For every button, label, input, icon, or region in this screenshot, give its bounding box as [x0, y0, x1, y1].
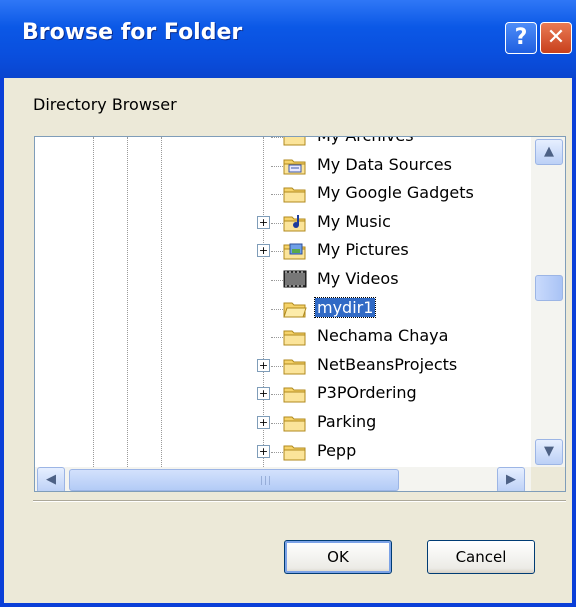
expand-icon[interactable]: + [257, 444, 270, 458]
folder-open-icon [283, 298, 307, 318]
tree-item[interactable]: Nechama Chaya [35, 323, 535, 351]
folder-icon [283, 137, 307, 146]
tree-item[interactable]: + NetBeansProjects [35, 352, 535, 380]
expand-icon[interactable]: + [257, 387, 270, 401]
tree-item[interactable]: + P3POrdering [35, 380, 535, 408]
browse-folder-dialog: Browse for Folder ? ✕ Directory Browser … [0, 0, 576, 607]
folder-tree[interactable]: My Archives My Data Sources My Google Gadg… [34, 136, 566, 492]
videos-folder-icon [283, 269, 307, 289]
folder-icon [283, 355, 307, 375]
tree-item[interactable]: My Videos [35, 266, 535, 294]
cancel-button[interactable]: Cancel [427, 540, 535, 574]
title-bar[interactable]: Browse for Folder ? ✕ [0, 0, 576, 78]
tree-item[interactable]: + My Pictures [35, 237, 535, 265]
help-icon: ? [514, 25, 528, 50]
ok-button[interactable]: OK [284, 540, 392, 574]
tree-item[interactable]: My Google Gadgets [35, 180, 535, 208]
separator [33, 500, 566, 502]
expand-icon[interactable]: + [257, 244, 270, 258]
data-sources-folder-icon [283, 155, 307, 175]
tree-item-label: NetBeansProjects [317, 354, 458, 374]
tree-item[interactable]: mydir1 [35, 295, 535, 323]
close-icon: ✕ [546, 25, 566, 50]
tree-item-label: mydir1 [313, 296, 377, 318]
folder-icon [283, 412, 307, 432]
tree-item[interactable]: + Pepp [35, 438, 535, 466]
tree-item[interactable]: My Data Sources [35, 152, 535, 180]
tree-item-label: Nechama Chaya [317, 326, 449, 346]
tree-item-label: My Archives [315, 137, 416, 145]
tree-item[interactable]: + My Music [35, 209, 535, 237]
horizontal-scrollbar[interactable]: ◀ ||| ▶ [35, 467, 531, 491]
tree-item-label: My Google Gadgets [317, 183, 474, 203]
expand-icon[interactable]: + [257, 215, 270, 229]
scroll-down-button[interactable]: ▼ [535, 439, 563, 465]
help-button[interactable]: ? [505, 22, 537, 54]
tree-item-label: My Music [317, 211, 391, 231]
folder-icon [283, 441, 307, 461]
pictures-folder-icon [283, 240, 307, 260]
close-button[interactable]: ✕ [540, 22, 572, 54]
scroll-up-button[interactable]: ▲ [535, 139, 563, 165]
tree-item-label: Pepp [317, 440, 357, 460]
tree-item-label: Parking [317, 412, 377, 431]
vertical-scrollbar[interactable]: ▲ ▼ [531, 137, 565, 467]
tree-item[interactable]: + Parking [35, 409, 535, 437]
description-label: Directory Browser [33, 95, 177, 114]
horizontal-scroll-thumb[interactable]: ||| [69, 469, 399, 491]
music-folder-icon [283, 212, 307, 232]
tree-item[interactable]: My Archives [35, 137, 535, 151]
folder-icon [283, 383, 307, 403]
scrollbar-corner [531, 467, 565, 491]
window-title: Browse for Folder [22, 20, 243, 45]
folder-icon [283, 326, 307, 346]
expand-icon[interactable]: + [257, 358, 270, 372]
folder-icon [283, 183, 307, 203]
scroll-right-button[interactable]: ▶ [497, 467, 525, 491]
grip-icon: ||| [260, 476, 273, 486]
expand-icon[interactable]: + [257, 416, 270, 429]
tree-item-label: My Pictures [317, 240, 409, 260]
tree-item-label: My Videos [317, 269, 399, 288]
tree-item-label: My Data Sources [317, 154, 452, 174]
vertical-scroll-thumb[interactable] [535, 275, 563, 301]
scroll-left-button[interactable]: ◀ [37, 467, 65, 491]
tree-item-label: P3POrdering [317, 383, 417, 403]
dialog-body: Directory Browser My Archives My Data Sou… [4, 78, 572, 603]
